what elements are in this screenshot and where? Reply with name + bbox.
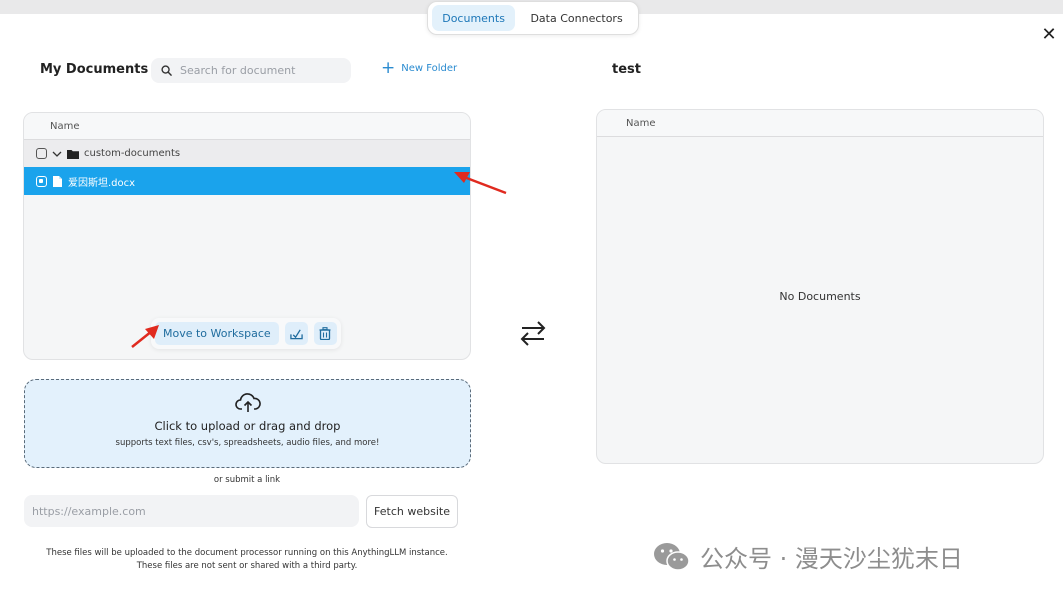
- annotation-arrow: [131, 325, 159, 348]
- privacy-notice: These files will be uploaded to the docu…: [0, 547, 494, 573]
- notice-line-1: These files will be uploaded to the docu…: [46, 548, 448, 558]
- notice-line-2: These files are not sent or shared with …: [136, 561, 358, 571]
- watermark: 公众号 · 漫天沙尘犹末日: [652, 539, 963, 574]
- column-header-name: Name: [597, 110, 1043, 137]
- file-icon: [53, 175, 62, 187]
- new-folder-button[interactable]: + New Folder: [381, 58, 458, 78]
- delete-button[interactable]: [313, 322, 337, 345]
- new-folder-label: New Folder: [401, 62, 458, 74]
- annotation-arrow: [454, 172, 507, 195]
- tab-bar: Documents Data Connectors: [427, 1, 639, 35]
- search-icon: [161, 65, 172, 76]
- move-to-folder-button[interactable]: [284, 322, 308, 345]
- document-search[interactable]: [151, 58, 351, 83]
- url-input[interactable]: [24, 495, 359, 527]
- or-submit-link-text: or submit a link: [213, 475, 281, 485]
- fetch-website-button[interactable]: Fetch website: [366, 495, 458, 528]
- my-documents-panel: Name custom-documents 爱因斯坦.docx Move to …: [23, 112, 471, 360]
- tab-data-connectors[interactable]: Data Connectors: [519, 5, 634, 31]
- chevron-down-icon[interactable]: [52, 150, 62, 158]
- close-icon[interactable]: ✕: [1040, 26, 1058, 44]
- upload-title: Click to upload or drag and drop: [154, 419, 341, 433]
- tray-download-icon: [289, 329, 303, 340]
- workspace-documents-panel: Name No Documents: [596, 109, 1044, 464]
- column-header-name: Name: [24, 113, 470, 140]
- file-name: 爱因斯坦.docx: [68, 177, 136, 189]
- plus-icon: +: [381, 58, 396, 78]
- upload-dropzone[interactable]: Click to upload or drag and drop support…: [24, 379, 471, 468]
- trash-icon: [319, 327, 331, 340]
- file-row-selected[interactable]: 爱因斯坦.docx: [24, 167, 470, 195]
- folder-name: custom-documents: [84, 148, 181, 159]
- folder-checkbox[interactable]: [36, 148, 47, 159]
- empty-state-text: No Documents: [779, 290, 861, 303]
- wechat-icon: [654, 542, 690, 571]
- folder-row[interactable]: custom-documents: [24, 140, 470, 167]
- upload-subtitle: supports text files, csv's, spreadsheets…: [115, 438, 380, 448]
- move-to-workspace-button[interactable]: Move to Workspace: [155, 322, 279, 345]
- my-documents-title: My Documents: [40, 62, 149, 77]
- cloud-upload-icon: [234, 393, 261, 412]
- folder-icon: [67, 149, 79, 159]
- search-input[interactable]: [180, 64, 340, 77]
- swap-arrows-icon: [520, 321, 546, 346]
- tab-documents[interactable]: Documents: [432, 5, 516, 31]
- selection-action-bar: Move to Workspace: [151, 318, 341, 349]
- watermark-text: 公众号 · 漫天沙尘犹末日: [700, 545, 963, 573]
- workspace-title: test: [612, 62, 641, 77]
- file-checkbox[interactable]: [36, 175, 47, 187]
